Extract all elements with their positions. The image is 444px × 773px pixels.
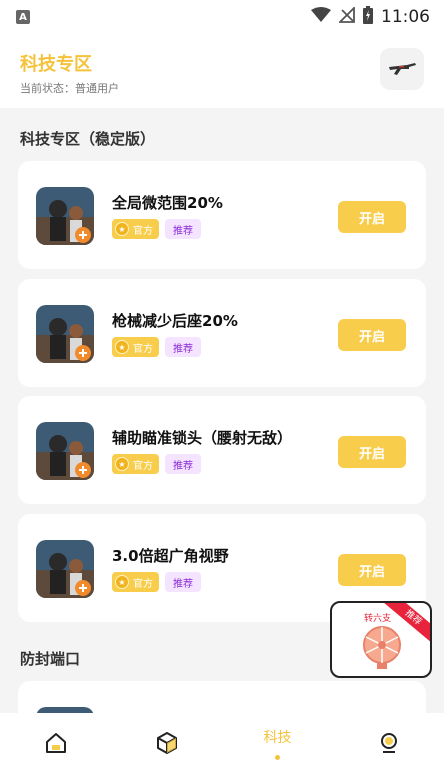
section-title-anti-ban: 防封端口 — [20, 650, 81, 668]
recommend-tag: 推荐 — [165, 572, 201, 592]
no-signal-icon — [337, 5, 355, 27]
user-status-text: 当前状态：普通用户 — [20, 82, 119, 95]
home-icon — [45, 733, 66, 753]
nav-cube[interactable] — [111, 713, 222, 773]
game-thumbnail — [36, 187, 94, 245]
feature-name: 辅助瞄准锁头（腰射无敌） — [112, 429, 293, 447]
feature-name: 枪械减少后座20% — [112, 312, 238, 330]
feature-name: 全局微范围20% — [112, 194, 223, 212]
recommend-tag: 推荐 — [165, 219, 201, 239]
feature-card: 辅助瞄准锁头（腰射无敌） ★ 官方 推荐 开启 — [18, 396, 426, 504]
game-thumbnail — [36, 422, 94, 480]
enable-button[interactable]: 开启 — [338, 554, 406, 586]
nav-home[interactable] — [0, 713, 111, 773]
lucky-wheel-promo[interactable]: 推荐 转六支 — [330, 601, 432, 678]
active-dot — [275, 754, 280, 760]
profile-icon — [380, 733, 397, 753]
feature-card: 全局微范围20% ★ 官方 推荐 开启 — [18, 161, 426, 269]
section-title-stable: 科技专区（稳定版） — [20, 130, 156, 148]
official-tag: ★ 官方 — [112, 337, 159, 357]
coin-icon: ★ — [115, 340, 129, 354]
game-thumbnail — [36, 305, 94, 363]
feature-card: 枪械减少后座20% ★ 官方 推荐 开启 — [18, 279, 426, 387]
battery-icon — [363, 6, 373, 28]
rifle-icon — [389, 63, 416, 75]
weapon-button[interactable] — [380, 48, 424, 90]
status-time: 11:06 — [381, 7, 430, 27]
recommend-tag: 推荐 — [165, 454, 201, 474]
coin-icon: ★ — [115, 222, 129, 236]
feature-name: 3.0倍超广角视野 — [112, 547, 229, 565]
bottom-nav: 科技 — [0, 713, 444, 773]
status-bar: A 11:06 — [0, 0, 444, 34]
nav-profile[interactable] — [333, 713, 444, 773]
coin-icon: ★ — [115, 457, 129, 471]
official-tag: ★ 官方 — [112, 572, 159, 592]
game-thumbnail — [36, 540, 94, 598]
recommend-tag: 推荐 — [165, 337, 201, 357]
official-tag: ★ 官方 — [112, 219, 159, 239]
enable-button[interactable]: 开启 — [338, 319, 406, 351]
cube-icon — [156, 732, 177, 754]
enable-button[interactable]: 开启 — [338, 201, 406, 233]
lucky-wheel-icon — [363, 626, 401, 669]
feature-card-partial — [18, 681, 426, 713]
nav-tech[interactable]: 科技 — [222, 713, 333, 773]
notification-a-icon: A — [16, 10, 30, 24]
coin-icon: ★ — [115, 575, 129, 589]
page-header: 科技专区 当前状态：普通用户 — [0, 34, 444, 108]
page-title: 科技专区 — [20, 54, 92, 75]
wifi-icon — [311, 7, 331, 27]
promo-label: 转六支 — [364, 614, 392, 624]
enable-button[interactable]: 开启 — [338, 436, 406, 468]
official-tag: ★ 官方 — [112, 454, 159, 474]
nav-tech-label: 科技 — [263, 729, 292, 746]
